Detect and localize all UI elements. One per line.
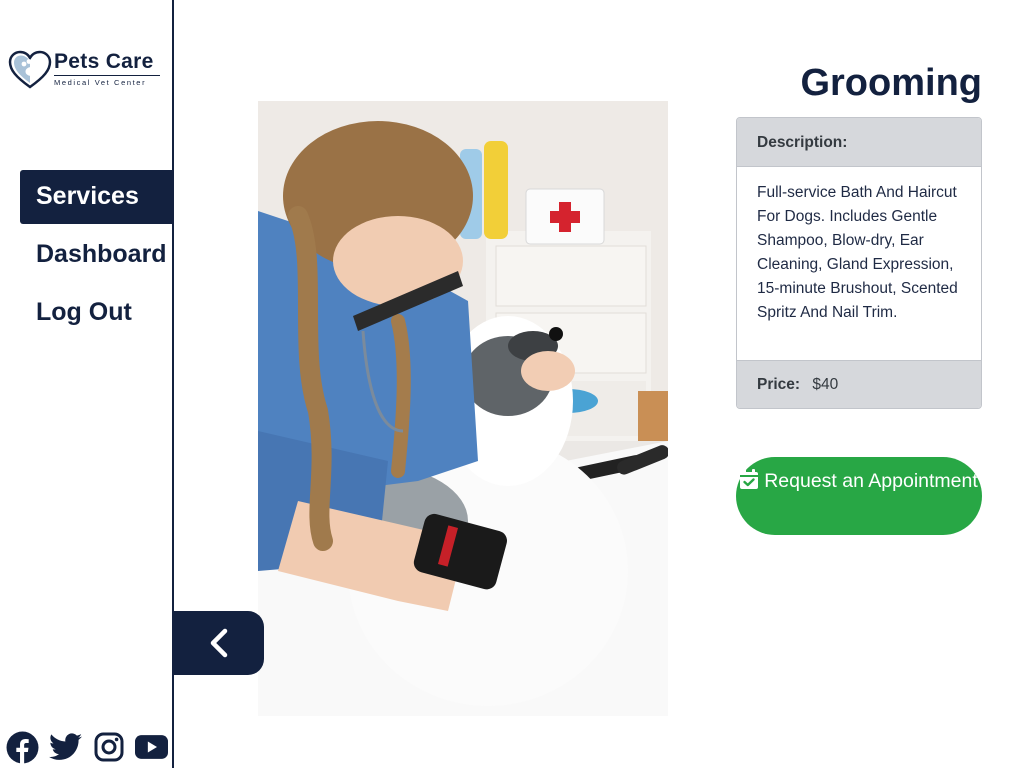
facebook-icon[interactable] xyxy=(6,731,39,764)
request-appointment-button[interactable]: Request an Appointment xyxy=(736,457,982,535)
nav-item-dashboard[interactable]: Dashboard xyxy=(20,228,174,282)
brand-logo[interactable]: Pets Care Medical Vet Center xyxy=(8,48,164,92)
social-links xyxy=(6,730,168,764)
brand-tagline: Medical Vet Center xyxy=(54,78,147,87)
service-photo xyxy=(258,101,668,716)
youtube-icon[interactable] xyxy=(135,731,168,764)
service-details-card: Description: Full-service Bath And Hairc… xyxy=(736,117,982,409)
sidebar-nav: Services Dashboard Log Out xyxy=(20,170,174,344)
price-label: Price: xyxy=(757,376,801,393)
calendar-check-icon xyxy=(740,469,759,489)
brand-divider xyxy=(54,75,160,76)
price-value: $40 xyxy=(812,376,839,393)
service-title: Grooming xyxy=(800,62,982,104)
nav-item-log-out[interactable]: Log Out xyxy=(20,286,174,340)
nav-item-services[interactable]: Services xyxy=(20,170,174,224)
request-appointment-label: Request an Appointment xyxy=(764,470,978,492)
price-row: Price: $40 xyxy=(737,360,981,408)
description-label: Description: xyxy=(737,118,981,167)
back-button[interactable] xyxy=(174,611,264,675)
brand-name: Pets Care xyxy=(54,50,154,73)
instagram-icon[interactable] xyxy=(92,731,125,764)
service-description: Full-service Bath And Haircut For Dogs. … xyxy=(757,184,958,321)
heart-paw-icon xyxy=(8,50,52,89)
sidebar: Pets Care Medical Vet Center Services Da… xyxy=(0,0,174,768)
twitter-icon[interactable] xyxy=(49,731,82,764)
chevron-left-icon xyxy=(210,628,228,658)
